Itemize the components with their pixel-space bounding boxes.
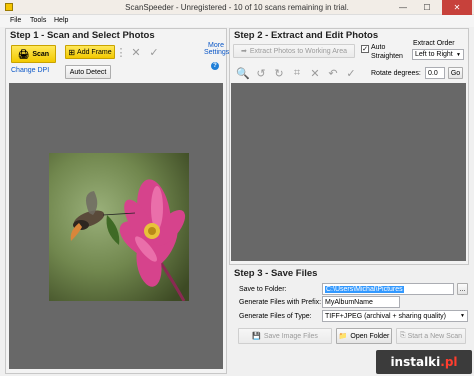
scan-button-label: Scan xyxy=(32,50,50,58)
file-type-label: Generate Files of Type: xyxy=(239,313,312,320)
crop-icon[interactable]: ⋮ xyxy=(116,45,127,60)
go-button[interactable]: Go xyxy=(448,67,463,79)
confirm-frame-icon[interactable]: ✓ xyxy=(146,45,162,60)
save-icon: 💾 xyxy=(252,333,261,340)
save-to-folder-value: C:\Users\Michal\Pictures xyxy=(325,285,404,293)
step2-heading: Step 2 - Extract and Edit Photos xyxy=(234,30,379,41)
minimize-button[interactable]: — xyxy=(392,0,414,15)
folder-icon: 📁 xyxy=(338,333,348,340)
rotate-right-icon[interactable]: ↻ xyxy=(271,66,287,81)
new-scan-icon: ⎘ xyxy=(399,332,406,339)
close-button[interactable]: ✕ xyxy=(442,0,472,15)
delete-frame-icon[interactable]: ✕ xyxy=(128,45,144,60)
menu-help[interactable]: Help xyxy=(54,17,68,24)
prefix-input[interactable]: MyAlbumName xyxy=(322,296,400,308)
save-image-files-button[interactable]: 💾 Save Image Files xyxy=(238,328,332,344)
rotate-degrees-label: Rotate degrees: xyxy=(371,70,421,77)
add-frame-label: Add Frame xyxy=(77,48,112,56)
undo-icon[interactable]: ↶ xyxy=(325,66,341,81)
title-bar: ScanSpeeder - Unregistered - 10 of 10 sc… xyxy=(0,0,474,15)
file-type-value: TIFF+JPEG (archival + sharing quality) xyxy=(325,312,446,320)
scanned-photo[interactable] xyxy=(49,153,189,301)
browse-button[interactable]: ... xyxy=(457,283,468,295)
extract-order-label: Extract Order xyxy=(413,40,455,47)
maximize-button[interactable]: ☐ xyxy=(416,0,438,15)
scan-preview-area[interactable] xyxy=(9,83,223,369)
extract-photos-label: Extract Photos to Working Area xyxy=(249,47,347,55)
prefix-label: Generate Files with Prefix: xyxy=(239,299,322,306)
save-image-files-label: Save Image Files xyxy=(263,332,318,340)
add-frame-icon: ⊞ xyxy=(68,47,76,57)
auto-straighten-label: Auto Straighten xyxy=(371,44,403,60)
start-new-scan-label: Start a New Scan xyxy=(407,332,463,340)
help-icon[interactable]: ? xyxy=(211,62,219,70)
working-area[interactable] xyxy=(231,83,466,261)
confirm-edit-icon[interactable]: ✓ xyxy=(343,66,359,81)
change-dpi-link[interactable]: Change DPI xyxy=(11,67,49,74)
save-to-folder-label: Save to Folder: xyxy=(239,286,287,293)
file-type-select[interactable]: TIFF+JPEG (archival + sharing quality) ▼ xyxy=(322,310,468,322)
auto-detect-button[interactable]: Auto Detect xyxy=(65,65,111,79)
scan-button[interactable]: 🖨 Scan xyxy=(11,45,56,63)
auto-straighten-checkbox[interactable]: ✓ xyxy=(361,45,369,53)
arrow-right-icon: ➡ xyxy=(240,48,247,55)
menu-file[interactable]: File xyxy=(10,17,21,24)
extract-order-value: Left to Right xyxy=(415,51,453,58)
step1-heading: Step 1 - Scan and Select Photos xyxy=(10,30,155,41)
prefix-value: MyAlbumName xyxy=(325,298,373,306)
rotate-degrees-value: 0.0 xyxy=(428,69,438,77)
rotate-degrees-input[interactable]: 0.0 xyxy=(425,67,445,79)
scanner-icon: 🖨 xyxy=(17,48,30,59)
watermark-text: instalki.pl xyxy=(390,355,458,369)
more-settings-link[interactable]: More Settings xyxy=(204,42,229,56)
extract-order-select[interactable]: Left to Right ▼ xyxy=(412,49,464,60)
rotate-left-icon[interactable]: ↺ xyxy=(253,66,269,81)
add-frame-button[interactable]: ⊞ Add Frame xyxy=(65,45,115,59)
flower-image xyxy=(49,153,189,301)
start-new-scan-button[interactable]: ⎘ Start a New Scan xyxy=(396,328,466,344)
open-folder-button[interactable]: 📁 Open Folder xyxy=(336,328,392,344)
step3-heading: Step 3 - Save Files xyxy=(234,268,318,279)
save-to-folder-input[interactable]: C:\Users\Michal\Pictures xyxy=(322,283,454,295)
crop-tool-icon[interactable]: ⌗ xyxy=(289,66,305,81)
menu-tools[interactable]: Tools xyxy=(30,17,46,24)
menu-bar: File Tools Help xyxy=(0,15,474,27)
instalki-watermark: instalki.pl xyxy=(376,350,472,374)
zoom-icon[interactable]: 🔍 xyxy=(235,66,251,81)
open-folder-label: Open Folder xyxy=(350,332,390,340)
delete-photo-icon[interactable]: ✕ xyxy=(307,66,323,81)
chevron-down-icon: ▼ xyxy=(460,313,465,319)
extract-photos-button[interactable]: ➡ Extract Photos to Working Area xyxy=(233,44,355,58)
chevron-down-icon: ▼ xyxy=(456,51,461,58)
